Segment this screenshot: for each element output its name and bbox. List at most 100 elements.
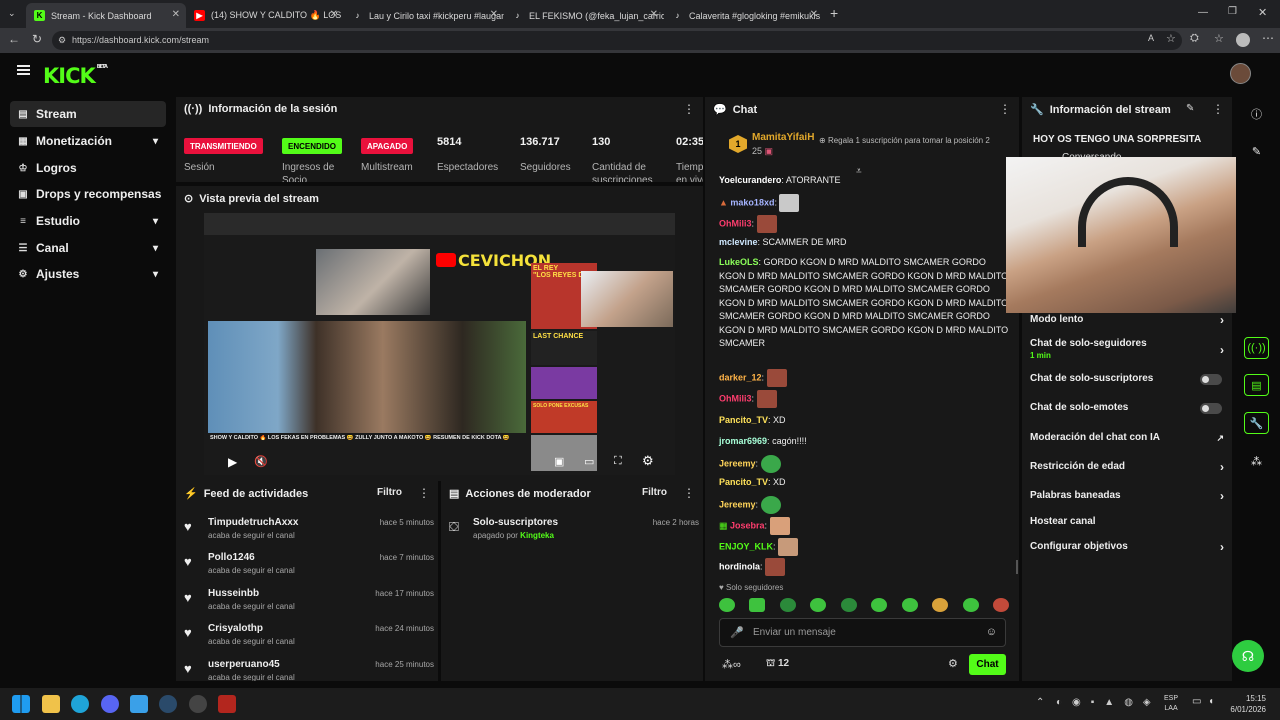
kebab-menu-icon[interactable]: ⋮ xyxy=(683,102,695,116)
filter-button[interactable]: Filtro xyxy=(642,487,667,498)
chat-username[interactable]: mclevine xyxy=(719,237,758,247)
setting-age-restriction[interactable]: Restricción de edad › xyxy=(1030,457,1224,477)
tray-chevron-icon[interactable]: ⌃ xyxy=(1036,697,1044,708)
file-explorer-icon[interactable] xyxy=(42,695,60,713)
close-icon[interactable]: ✕ xyxy=(172,9,180,20)
close-window-button[interactable]: ✕ xyxy=(1258,6,1267,19)
read-aloud-icon[interactable]: A xyxy=(1148,33,1154,43)
windows-start-icon[interactable] xyxy=(12,695,30,713)
chat-scrollbar[interactable] xyxy=(1016,560,1018,574)
favorite-star-icon[interactable]: ☆ xyxy=(1166,32,1176,45)
wrench-icon[interactable]: 🔧 xyxy=(1244,412,1269,434)
emote-icon[interactable] xyxy=(932,598,949,612)
emote-icon[interactable] xyxy=(871,598,888,612)
chat-input[interactable]: 🎤 Enviar un mensaje ☺ xyxy=(719,618,1006,647)
chat-username[interactable]: Pancito_TV xyxy=(719,477,768,487)
edit-pencil-icon[interactable]: ✎ xyxy=(1186,103,1194,114)
setting-ai-moderation[interactable]: Moderación del chat con IA ↗ xyxy=(1030,428,1224,448)
chat-username[interactable]: darker_12 xyxy=(719,372,762,382)
close-icon[interactable]: ✕ xyxy=(810,9,818,20)
discord-icon[interactable] xyxy=(101,695,119,713)
chat-settings-gear-icon[interactable]: ⚙ xyxy=(948,657,958,670)
fullscreen-icon[interactable]: ⛶ xyxy=(614,455,622,468)
user-avatar[interactable] xyxy=(1230,63,1251,84)
sidebar-item-ajustes[interactable]: ⚙ Ajustes ▾ xyxy=(10,261,166,287)
emote-icon[interactable] xyxy=(962,598,979,612)
emote-icon[interactable] xyxy=(810,598,827,612)
close-icon[interactable]: ✕ xyxy=(330,9,338,20)
chat-username[interactable]: mako18xd xyxy=(730,197,774,207)
back-arrow-icon[interactable]: ← xyxy=(8,32,20,46)
sidebar-item-drops[interactable]: ▣ Drops y recompensas xyxy=(10,181,166,207)
points-display[interactable]: ⛫ 12 xyxy=(766,658,789,671)
moderator-icon[interactable]: ▤ xyxy=(1244,374,1269,396)
mute-icon[interactable]: 🔇 xyxy=(254,455,268,468)
settings-gear-icon[interactable]: ⚙ xyxy=(642,453,654,469)
chat-username[interactable]: OhMili3 xyxy=(719,218,752,228)
url-input[interactable]: ⚙ https://dashboard.kick.com/stream xyxy=(52,31,1182,50)
chat-username[interactable]: ENJOY_KLK xyxy=(719,541,773,551)
minimize-button[interactable]: — xyxy=(1198,7,1208,18)
close-icon[interactable]: ✕ xyxy=(490,9,498,20)
sidebar-item-logros[interactable]: ♔ Logros xyxy=(10,155,166,181)
tab-youtube[interactable]: ▶ (14) SHOW Y CALDITO 🔥 LOS ✕ xyxy=(186,3,344,28)
setting-host-channel[interactable]: Hostear canal xyxy=(1030,512,1224,532)
play-icon[interactable]: ▶ xyxy=(228,455,237,469)
gift-prompt[interactable]: ⊕ Regala 1 suscripción para tomar la pos… xyxy=(819,136,999,146)
setting-slow-mode[interactable]: Modo lento › xyxy=(1030,310,1224,330)
new-tab-button[interactable]: + xyxy=(830,5,838,21)
profile-avatar[interactable] xyxy=(1236,33,1250,47)
edge-browser-icon[interactable] xyxy=(71,695,89,713)
emote-icon[interactable] xyxy=(901,598,918,612)
broadcast-icon[interactable]: ((·)) xyxy=(1244,337,1269,359)
emote-icon[interactable] xyxy=(719,598,735,612)
emote-icon[interactable] xyxy=(840,598,857,612)
kick-logo[interactable]: KICK BETA xyxy=(43,64,108,88)
chat-username[interactable]: hordinola xyxy=(719,561,760,571)
chat-username[interactable]: Jereemy xyxy=(719,499,756,509)
kebab-menu-icon[interactable]: ⋮ xyxy=(418,486,430,500)
support-headset-icon[interactable]: ☊ xyxy=(1232,640,1264,672)
chat-send-button[interactable]: Chat xyxy=(969,654,1006,675)
setting-banned-words[interactable]: Palabras baneadas › xyxy=(1030,486,1224,506)
sidebar-item-estudio[interactable]: ≡ Estudio ▾ xyxy=(10,208,166,234)
chat-username[interactable]: Yoelcurandero xyxy=(719,175,781,185)
close-icon[interactable]: ✕ xyxy=(650,9,658,20)
steam-icon[interactable] xyxy=(159,695,177,713)
filter-button[interactable]: Filtro xyxy=(377,487,402,498)
tab-tiktok-3[interactable]: ♪ Calaverita #glogloking #emikukis ✕ xyxy=(664,3,824,28)
sidebar-item-stream[interactable]: ▤ Stream xyxy=(10,101,166,127)
chat-username[interactable]: OhMili3 xyxy=(719,393,752,403)
tab-kick-dashboard[interactable]: K Stream - Kick Dashboard ✕ xyxy=(26,3,186,28)
chat-username[interactable]: Pancito_TV xyxy=(719,415,768,425)
collections-icon[interactable]: ☆ xyxy=(1214,32,1224,45)
setting-emotes-only[interactable]: Chat de solo-emotes xyxy=(1030,398,1224,418)
tab-tiktok-2[interactable]: ♪ EL FEKISMO (@feka_lujan_carrion) ✕ xyxy=(504,3,665,28)
obs-icon[interactable] xyxy=(189,695,207,713)
network-icon[interactable]: ▭ xyxy=(1192,696,1201,707)
emote-icon[interactable] xyxy=(992,598,1009,612)
kebab-menu-icon[interactable]: ⋮ xyxy=(999,102,1011,116)
emote-icon[interactable] xyxy=(779,598,796,612)
pip-icon[interactable]: ▣ xyxy=(554,455,564,468)
kebab-menu-icon[interactable]: ⋮ xyxy=(683,486,695,500)
community-icon[interactable]: ⁂∞ xyxy=(722,658,741,671)
setting-configure-goals[interactable]: Configurar objetivos › xyxy=(1030,537,1224,557)
emote-icon[interactable] xyxy=(749,598,766,612)
chat-username[interactable]: jromar6969 xyxy=(719,436,767,446)
site-info-icon[interactable]: ⚙ xyxy=(58,31,66,50)
keyboard-language[interactable]: ESP LAA xyxy=(1164,694,1178,714)
edit-pencil-icon[interactable]: ✎ xyxy=(1244,140,1269,162)
emotes-only-toggle[interactable] xyxy=(1200,403,1222,414)
chat-username[interactable]: LukeOLS xyxy=(719,257,759,267)
more-menu-icon[interactable]: ⋯ xyxy=(1262,31,1274,45)
chat-username[interactable]: Josebra xyxy=(730,520,765,530)
setting-subscribers-only[interactable]: Chat de solo-suscriptores xyxy=(1030,369,1224,389)
dota-icon[interactable] xyxy=(218,695,236,713)
community-icon[interactable]: ⁂ xyxy=(1244,450,1269,472)
extensions-icon[interactable]: ⛭ xyxy=(1190,32,1199,45)
info-icon[interactable]: ⓘ xyxy=(1244,103,1269,125)
reload-icon[interactable]: ↻ xyxy=(32,32,42,46)
emoji-icon[interactable]: ☺ xyxy=(986,626,997,638)
tab-tiktok-1[interactable]: ♪ Lau y Cirilo taxi #kickperu #laugam ✕ xyxy=(344,3,505,28)
